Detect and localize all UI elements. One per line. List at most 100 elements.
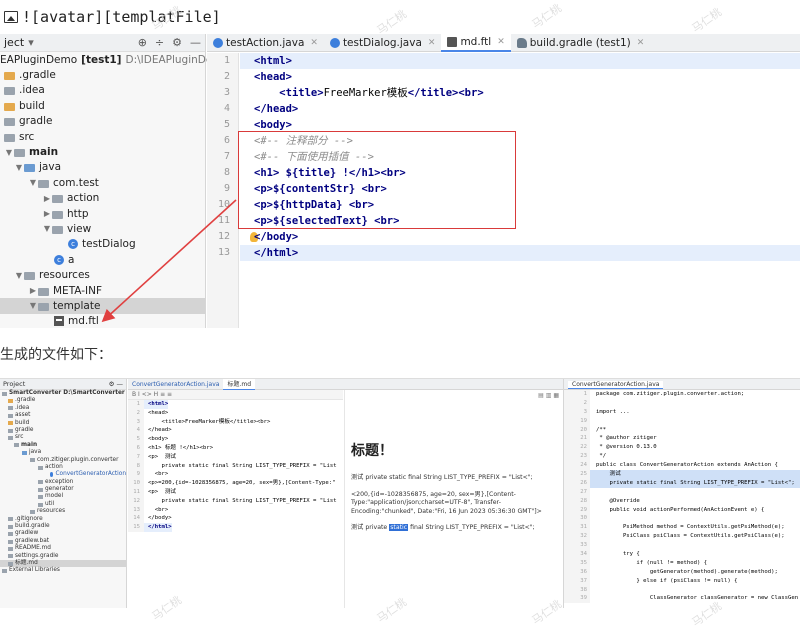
tree-item[interactable]: build [0, 420, 126, 427]
tree-item[interactable]: gradlew.bat [0, 538, 126, 545]
project-title[interactable]: Project [3, 380, 25, 388]
line-number: 13 [217, 247, 230, 258]
tree-item-label: template [53, 299, 101, 312]
code-line: 8 private static final String LIST_TYPE_… [128, 461, 343, 471]
collapse-icon[interactable]: ÷ [155, 36, 164, 49]
tree-item[interactable]: model [0, 493, 126, 500]
tree-item[interactable]: action [0, 464, 126, 471]
tree-item[interactable]: .gitignore [0, 516, 126, 523]
code-line: 2 <head> [128, 408, 343, 418]
tab-testaction[interactable]: testAction.java ✕ [207, 34, 324, 52]
line-number: 14 [128, 514, 144, 524]
tree-item-build[interactable]: build [0, 98, 205, 113]
code-text: <p>=200,{id=-1028356875, age=20, sex=男},… [148, 480, 336, 487]
tree-item-gradle-dir[interactable]: .gradle [0, 67, 205, 82]
tree-item-md-ftl[interactable]: md.ftl [0, 314, 205, 329]
tree-item-idea[interactable]: .idea [0, 83, 205, 98]
tree-item-template[interactable]: ▼ template [0, 298, 205, 314]
tree-item[interactable]: README.md [0, 545, 126, 552]
tree-item-label: md.ftl [68, 315, 99, 328]
close-icon[interactable]: ✕ [428, 38, 436, 48]
hide-panel-icon[interactable]: — [190, 36, 201, 49]
preview-mode-icons[interactable]: ▤ ▥ ▦ [538, 392, 559, 399]
tree-item[interactable]: generator [0, 486, 126, 493]
tab-convert-generator-action[interactable]: ConvertGeneratorAction.java [128, 379, 223, 390]
tree-item-a[interactable]: ca [0, 252, 205, 267]
chevron-right-icon[interactable]: ▶ [42, 209, 52, 218]
file-icon [8, 539, 13, 544]
tree-item-main[interactable]: ▼ main [0, 144, 205, 159]
tab-convert-generator-action[interactable]: ConvertGeneratorAction.java [568, 381, 664, 389]
close-icon[interactable]: ✕ [310, 38, 318, 48]
tree-item-action[interactable]: ▶ action [0, 191, 205, 206]
tree-item[interactable]: resources [0, 508, 126, 515]
tree-item[interactable]: util [0, 501, 126, 508]
close-icon[interactable]: ✕ [497, 37, 505, 47]
tree-item[interactable]: SmartConverter D:\SmartConverter [0, 390, 126, 397]
tree-item-resources[interactable]: ▼ resources [0, 267, 205, 282]
close-icon[interactable]: ✕ [637, 38, 645, 48]
tree-item-com-test[interactable]: ▼ com.test [0, 175, 205, 190]
chevron-down-icon[interactable]: ▼ [14, 163, 24, 172]
tree-item-output-md[interactable]: 标题.md [0, 559, 126, 568]
gear-icon[interactable]: ⚙ — [109, 380, 123, 388]
chevron-down-icon[interactable]: ▼ [42, 224, 52, 233]
tree-item-label: META-INF [53, 284, 103, 297]
java-source-editor[interactable]: ConvertGeneratorAction.java 1 package com… [563, 379, 800, 608]
line-number: 22 [564, 443, 590, 453]
tree-item-java[interactable]: ▼ java [0, 160, 205, 175]
project-title[interactable]: ject [4, 36, 24, 49]
tree-item[interactable]: asset [0, 412, 126, 419]
tree-item-label: .gitignore [15, 515, 43, 522]
tree-item-gradle[interactable]: gradle [0, 114, 205, 129]
tree-item[interactable]: .idea [0, 405, 126, 412]
line-number: 20 [564, 425, 590, 435]
tree-item-root[interactable]: EAPluginDemo [test1] D:\IDEAPluginDemo [0, 52, 229, 67]
code-line: 25 测试 [564, 470, 800, 479]
chevron-down-icon[interactable]: ▼ [28, 178, 38, 187]
tree-item-view[interactable]: ▼ view [0, 221, 205, 236]
gear-icon[interactable]: ⚙ [172, 36, 182, 49]
tree-item[interactable]: build.gradle [0, 523, 126, 530]
file-icon [8, 517, 13, 522]
tree-item[interactable]: ConvertGeneratorAction [0, 471, 126, 478]
target-icon[interactable]: ⊕ [138, 36, 147, 49]
tree-item-label: README.md [15, 545, 51, 552]
tree-item-label: src [15, 434, 24, 441]
tree-item[interactable]: main [0, 442, 126, 449]
tree-item[interactable]: gradle [0, 427, 126, 434]
tab-output-md[interactable]: 标题.md [223, 379, 256, 390]
code-text: <p> 测试 [148, 488, 177, 495]
tree-item[interactable]: settings.gradle [0, 553, 126, 560]
line-number: 2 [128, 408, 144, 418]
tree-item[interactable]: External Libraries [0, 567, 126, 574]
tree-item[interactable]: src [0, 434, 126, 441]
tree-item-testdialog[interactable]: c testDialog [0, 237, 205, 252]
code-line: 24 public class ConvertGeneratorAction ex… [564, 461, 800, 471]
tree-item-label: build [19, 99, 45, 112]
tree-item-http[interactable]: ▶ http [0, 206, 205, 221]
chevron-down-icon[interactable]: ▼ [4, 148, 14, 157]
chevron-down-icon[interactable]: ▼ [14, 271, 24, 280]
tree-item[interactable]: com.zitiger.plugin.converter [0, 457, 126, 464]
tree-item-src[interactable]: src [0, 129, 205, 144]
tree-item[interactable]: gradlew [0, 530, 126, 537]
tab-md-ftl[interactable]: md.ftl ✕ [441, 33, 511, 52]
folder-icon [4, 102, 15, 111]
markdown-toolbar[interactable]: B I <> H ≡ ≡ [128, 390, 343, 400]
tree-item[interactable]: java [0, 449, 126, 456]
tab-build-gradle[interactable]: build.gradle (test1) ✕ [511, 34, 651, 52]
code-line: 14 </body> [128, 514, 343, 524]
folder-icon [4, 87, 15, 96]
tree-item[interactable]: .gradle [0, 397, 126, 404]
chevron-right-icon[interactable]: ▶ [28, 286, 38, 295]
markdown-source-editor[interactable]: 1 <html> 2 <head> 3 <title>FreeMarker模板</t… [128, 400, 343, 608]
tree-item-meta-inf[interactable]: ▶ META-INF [0, 283, 205, 298]
chevron-right-icon[interactable]: ▶ [42, 194, 52, 203]
line-number: 19 [564, 416, 590, 426]
chevron-down-icon[interactable]: ▼ [28, 301, 38, 310]
tree-item[interactable]: exception [0, 479, 126, 486]
project-dropdown-icon[interactable]: ▾ [28, 36, 34, 49]
tab-testdialog[interactable]: testDialog.java ✕ [324, 34, 442, 52]
